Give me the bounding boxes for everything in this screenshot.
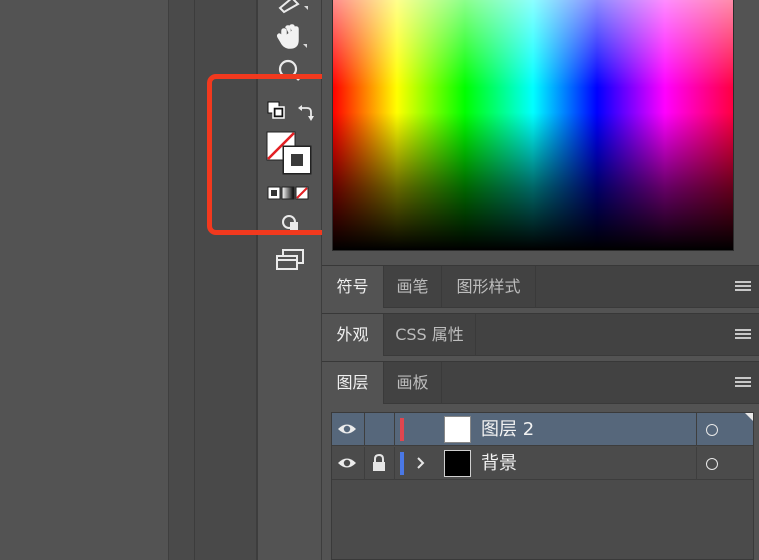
panel-scrollbar[interactable] <box>737 0 759 252</box>
eye-icon[interactable] <box>336 447 358 480</box>
layer-name[interactable]: 背景 <box>481 447 517 480</box>
illustrator-workspace: 符号 画笔 图形样式 外观 CSS 属性 图层 画板 图层 2 背景 <box>0 0 759 560</box>
color-spectrum-picker[interactable] <box>332 0 734 251</box>
target-circle-icon[interactable] <box>706 424 718 436</box>
right-panel-dock: 符号 画笔 图形样式 外观 CSS 属性 图层 画板 图层 2 背景 <box>322 0 759 560</box>
layer-name[interactable]: 图层 2 <box>481 413 534 446</box>
expand-chevron-icon[interactable] <box>414 447 428 480</box>
tab-css-properties[interactable]: CSS 属性 <box>384 314 476 356</box>
canvas-scroll-gutter <box>168 0 194 560</box>
layer-thumbnail <box>444 450 471 477</box>
screen-mode-icon[interactable] <box>274 248 306 272</box>
layer-color-bar <box>400 418 404 441</box>
panel-menu-icon[interactable] <box>735 329 751 341</box>
tab-appearance[interactable]: 外观 <box>322 314 384 356</box>
pen-icon[interactable] <box>276 0 310 14</box>
hand-icon[interactable] <box>275 22 311 52</box>
layers-tabbar: 图层 画板 <box>322 361 759 404</box>
appearance-tabbar: 外观 CSS 属性 <box>322 313 759 356</box>
target-circle-icon[interactable] <box>706 458 718 470</box>
tab-artboards[interactable]: 画板 <box>384 362 442 404</box>
layer-color-bar <box>400 452 404 475</box>
eye-icon[interactable] <box>336 413 358 446</box>
tab-graphic-styles[interactable]: 图形样式 <box>442 266 536 308</box>
layer-row-background[interactable]: 背景 <box>332 447 753 480</box>
tab-symbols[interactable]: 符号 <box>322 266 384 308</box>
panel-menu-icon[interactable] <box>735 281 751 293</box>
tab-brushes[interactable]: 画笔 <box>384 266 442 308</box>
layer-row-layer2[interactable]: 图层 2 <box>332 413 753 446</box>
selection-corner-indicator <box>745 413 753 421</box>
document-canvas[interactable] <box>0 0 168 560</box>
lock-icon[interactable] <box>370 447 388 480</box>
layer-thumbnail <box>444 416 471 443</box>
tab-layers[interactable]: 图层 <box>322 362 384 404</box>
panel-menu-icon[interactable] <box>735 377 751 389</box>
layers-list: 图层 2 背景 <box>331 412 754 560</box>
symbols-tabbar: 符号 画笔 图形样式 <box>322 265 759 308</box>
color-spectrum[interactable] <box>333 0 733 250</box>
